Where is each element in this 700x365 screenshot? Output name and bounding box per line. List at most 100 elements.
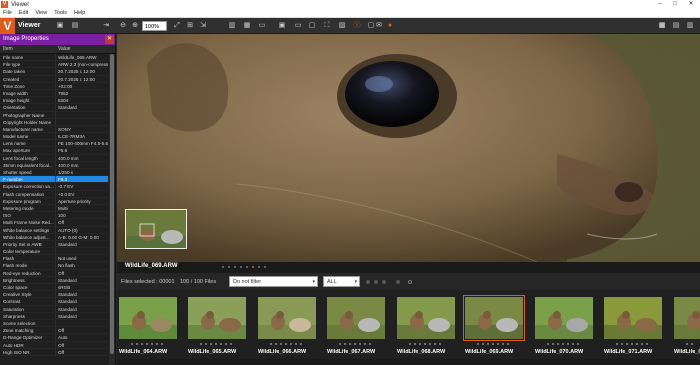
color-label-icon[interactable] [396,280,400,284]
rating-dot[interactable] [252,266,254,268]
rating-dot[interactable] [552,343,554,345]
property-row[interactable]: Zone matching Off [0,327,108,335]
rating-dot[interactable] [339,343,341,345]
property-row[interactable]: Image width 7952 [0,89,108,98]
thumbnail-scrollbar[interactable] [117,359,700,365]
property-row[interactable]: Priority Set in AWB Standard [0,240,108,249]
property-row[interactable]: Lens name FE 100-400mm F4.5-5.6 GM OSS [0,140,108,148]
maximize-button[interactable]: □ [669,0,681,9]
thumbnail[interactable] [258,297,316,339]
single-view-icon[interactable]: ▥ [685,21,695,31]
rating-dot[interactable] [275,343,277,345]
property-row[interactable]: Color space sRGB [0,284,108,292]
rating-dots[interactable] [222,264,270,268]
property-row[interactable]: Date taken 20.7.2025 г. 12:00 [0,68,108,76]
property-row[interactable]: Color temperature [0,248,108,256]
property-row[interactable]: Scene selection [0,319,108,328]
info-icon[interactable]: ⓘ [352,21,362,31]
rating-dot[interactable] [215,343,217,345]
rating-dot[interactable] [230,343,232,345]
rating-dot[interactable] [295,343,297,345]
rating-dot[interactable] [691,343,693,345]
thumbnail-rating-dots[interactable] [686,343,696,345]
open-folder-icon[interactable]: ▣ [55,21,65,31]
property-row[interactable]: ISO 100 [0,212,108,220]
rating-dot[interactable] [439,343,441,345]
rating-dot[interactable] [225,343,227,345]
close-window-button[interactable]: ✕ [685,0,697,9]
rating-dot[interactable] [354,343,356,345]
rating-dot[interactable] [492,343,494,345]
filter-select[interactable]: Do not filter ▾ [229,276,318,287]
rating-dot[interactable] [419,343,421,345]
thumbnail-rating-dots[interactable] [131,343,166,345]
rating-dot[interactable] [477,343,479,345]
rating-dot[interactable] [434,343,436,345]
menu-file[interactable]: File [3,10,12,16]
property-row[interactable]: Flash Not used [0,255,108,263]
property-row[interactable]: Photographer Name [0,111,108,119]
clear-filter-icon[interactable] [408,280,412,284]
rating-dot[interactable] [482,343,484,345]
rating-dot[interactable] [621,343,623,345]
thumbnail-rating-dots[interactable] [547,343,582,345]
minimize-button[interactable]: – [654,0,666,9]
rating-dot[interactable] [246,266,248,268]
property-row[interactable]: File type ARW 2.3 (non-compressed) [0,61,108,69]
property-row[interactable]: Max aperture F5.6 [0,147,108,155]
rating-dot[interactable] [567,343,569,345]
property-row[interactable]: Exposure program Aperture priority [0,197,108,205]
rating-dot[interactable] [562,343,564,345]
rating-dot[interactable] [146,343,148,345]
rating-dot[interactable] [646,343,648,345]
mail-icon[interactable]: ✉ [374,21,384,31]
color-label-icon[interactable] [382,280,386,284]
actual-size-icon[interactable]: ⊞ [185,21,195,31]
browser-icon[interactable]: ▤ [70,21,80,31]
property-row[interactable]: D-Range Optimizer Auto [0,334,108,342]
rating-dot[interactable] [136,343,138,345]
slideshow-icon[interactable]: ▭ [293,21,303,31]
rating-dot[interactable] [141,343,143,345]
rating-dot[interactable] [502,343,504,345]
property-row[interactable]: Time Zone +02:00 [0,82,108,90]
rating-dot[interactable] [290,343,292,345]
menu-help[interactable]: Help [74,10,85,16]
property-row[interactable]: Brightness Standard [0,276,108,284]
rating-dot[interactable] [156,343,158,345]
thumbnail[interactable] [397,297,455,339]
rating-dot[interactable] [626,343,628,345]
rating-dot[interactable] [507,343,509,345]
rating-dot[interactable] [205,343,207,345]
rating-dot[interactable] [616,343,618,345]
record-icon[interactable]: ● [385,21,395,31]
fit-width-icon[interactable]: ⇲ [198,21,208,31]
rating-dot[interactable] [222,266,224,268]
thumbnail[interactable] [674,297,700,339]
thumbnail[interactable] [119,297,177,339]
property-row[interactable]: Model name ILCE-7RM3A [0,133,108,141]
thumbnail-rating-dots[interactable] [409,343,444,345]
fit-screen-icon[interactable]: ⤢ [172,21,182,31]
grid-view-icon[interactable]: ▦ [657,21,667,31]
rating-dot[interactable] [200,343,202,345]
menu-edit[interactable]: Edit [19,10,28,16]
property-row[interactable]: Created 20.7.2025 г. 12:00 [0,75,108,83]
panel-close-button[interactable]: ✕ [105,35,114,44]
rating-dot[interactable] [220,343,222,345]
thumbnail[interactable] [604,297,662,339]
fit-window-icon[interactable]: ⇥ [101,21,111,31]
rating-dot[interactable] [547,343,549,345]
thumbnail[interactable] [463,295,525,341]
column-value[interactable]: Value [55,45,108,53]
property-row[interactable]: White balance adjust... A-B: 0.00 G-M: 0.… [0,233,108,241]
scrollbar-thumb[interactable] [110,54,114,354]
rating-dot[interactable] [497,343,499,345]
property-row[interactable]: Flash mode No flash [0,262,108,270]
thumbnail-rating-dots[interactable] [616,343,651,345]
rating-dot[interactable] [359,343,361,345]
rating-dot[interactable] [631,343,633,345]
property-row[interactable]: F-number F6.3 [0,176,108,184]
rating-dot[interactable] [364,343,366,345]
thumbnail-rating-dots[interactable] [270,343,305,345]
